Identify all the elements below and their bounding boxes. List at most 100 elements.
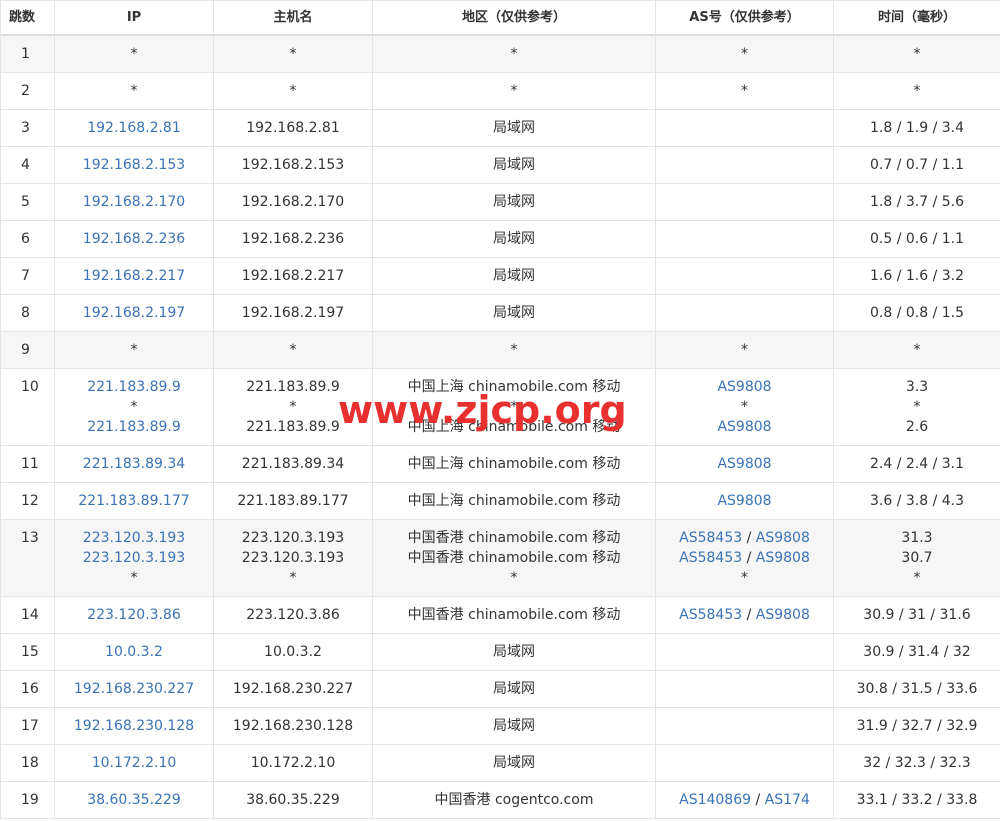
as-cell [655,706,834,745]
hostname-cell: 192.168.2.153 [213,145,373,184]
as-link[interactable]: AS9808 [717,379,771,395]
as-link[interactable]: AS58453 [679,530,742,546]
region: 中国香港 cogentco.com [434,791,594,808]
hostname: 223.120.3.193 [241,529,345,546]
as-link[interactable]: AS9808 [756,607,810,623]
time-value: 31.9 / 32.7 / 32.9 [856,717,978,734]
time-value: 1.8 / 3.7 / 5.6 [869,193,965,210]
ip-link-cell: * [54,34,214,73]
as-link[interactable]: AS9808 [756,530,810,546]
ip-link[interactable]: 223.120.3.193 [55,528,213,548]
ip-link[interactable]: 223.120.3.193 [55,548,213,568]
time-value-cell: 33.1 / 33.2 / 33.8 [833,780,1000,819]
hostname: 221.183.89.177 [237,492,349,509]
as-cell: AS58453 / AS9808 [655,595,834,634]
traceroute-table: 跳数 IP 主机名 地区（仅供参考） AS号（仅供参考） 时间（毫秒） 1 * * *… [0,0,1000,819]
as-cell [655,256,834,295]
ip-link[interactable]: 10.0.3.2 [55,642,213,662]
ip-link-cell: 223.120.3.193 223.120.3.193 * [54,518,214,597]
time-value-cell: * [833,34,1000,73]
as-link[interactable]: AS140869 [679,792,751,808]
as-value: * [741,398,748,415]
ip-link[interactable]: 38.60.35.229 [55,790,213,810]
hop-number: 10 [0,367,55,446]
region-cell: 中国上海 chinamobile.com 移动 * 中国上海 chinamobile… [372,367,656,446]
hostname: 10.172.2.10 [250,754,336,771]
ip-link-cell: 192.168.2.236 [54,219,214,258]
as-link[interactable]: AS174 [765,792,810,808]
time-value-cell: 3.6 / 3.8 / 4.3 [833,481,1000,520]
ip-link[interactable]: 192.168.2.170 [55,192,213,212]
as-line: AS58453 / AS9808 [656,548,833,568]
as-link[interactable]: AS58453 [679,550,742,566]
region-cell: 中国上海 chinamobile.com 移动 [372,444,656,483]
hop-number: 8 [0,293,55,332]
table-row: 5 192.168.2.170 192.168.2.170 局域网 1.8 / 3.7 … [0,182,1000,221]
hostname-cell: * [213,34,373,73]
ip-link-cell: 192.168.2.197 [54,293,214,332]
time-value-cell: 0.7 / 0.7 / 1.1 [833,145,1000,184]
time-value-cell: 30.8 / 31.5 / 33.6 [833,669,1000,708]
as-link[interactable]: AS9808 [717,419,771,435]
ip-link-cell: 192.168.230.227 [54,669,214,708]
hostname: 223.120.3.86 [246,606,340,623]
ip-link[interactable]: 192.168.2.197 [55,303,213,323]
table-row: 15 10.0.3.2 10.0.3.2 局域网 30.9 / 31.4 / 32 [0,632,1000,671]
time-value-cell: 31.9 / 32.7 / 32.9 [833,706,1000,745]
ip-link[interactable]: 192.168.2.236 [55,229,213,249]
ip-link: * [130,398,138,415]
ip-link[interactable]: 10.172.2.10 [55,753,213,773]
header-ip: IP [54,0,214,36]
region-cell: 中国香港 chinamobile.com 移动 中国香港 chinamobile.… [372,518,656,597]
as-cell [655,219,834,258]
as-line: AS58453 / AS9808 [656,605,833,625]
as-line: * [656,81,833,101]
ip-link[interactable]: 192.168.2.217 [55,266,213,286]
ip-link[interactable]: 223.120.3.86 [55,605,213,625]
as-line: * [656,568,833,588]
region: 局域网 [493,754,535,771]
region: * [510,45,518,62]
as-line [656,266,833,286]
ip-link[interactable]: 192.168.2.81 [55,118,213,138]
time-value: * [913,45,921,62]
as-cell: AS58453 / AS9808 AS58453 / AS9808 * [655,518,834,597]
time-value: 0.8 / 0.8 / 1.5 [869,304,965,321]
ip-link[interactable]: 221.183.89.9 [55,417,213,437]
hop-number: 18 [0,743,55,782]
table-row: 10 221.183.89.9 * 221.183.89.9 221.183.89.9 *… [0,367,1000,446]
hostname: 192.168.2.197 [241,304,345,321]
ip-link[interactable]: 192.168.230.227 [55,679,213,699]
region-cell: * [372,71,656,110]
as-separator: / [751,791,765,808]
as-link[interactable]: AS9808 [717,493,771,509]
ip-link-cell: 10.172.2.10 [54,743,214,782]
as-link[interactable]: AS9808 [717,456,771,472]
region-cell: 局域网 [372,219,656,258]
ip-link[interactable]: 221.183.89.34 [55,454,213,474]
ip-link[interactable]: 192.168.2.153 [55,155,213,175]
hostname: * [289,82,297,99]
region-cell: 局域网 [372,256,656,295]
as-link[interactable]: AS58453 [679,607,742,623]
region: 中国香港 chinamobile.com 移动 [407,529,621,546]
region: * [510,82,518,99]
time-value-cell: 30.9 / 31.4 / 32 [833,632,1000,671]
hostname-cell: * [213,71,373,110]
as-link[interactable]: AS9808 [756,550,810,566]
as-cell: * [655,71,834,110]
ip-link[interactable]: 221.183.89.177 [55,491,213,511]
hostname-cell: 192.168.230.227 [213,669,373,708]
ip-link[interactable]: 192.168.230.128 [55,716,213,736]
time-value-cell: 1.6 / 1.6 / 3.2 [833,256,1000,295]
region: 局域网 [493,643,535,660]
hostname-cell: 38.60.35.229 [213,780,373,819]
as-cell [655,293,834,332]
as-cell: * [655,330,834,369]
hostname: 221.183.89.34 [241,455,345,472]
ip-link[interactable]: 221.183.89.9 [55,377,213,397]
hostname: * [289,45,297,62]
as-line: AS9808 [656,417,833,437]
as-line: * [656,397,833,417]
region: * [510,341,518,358]
